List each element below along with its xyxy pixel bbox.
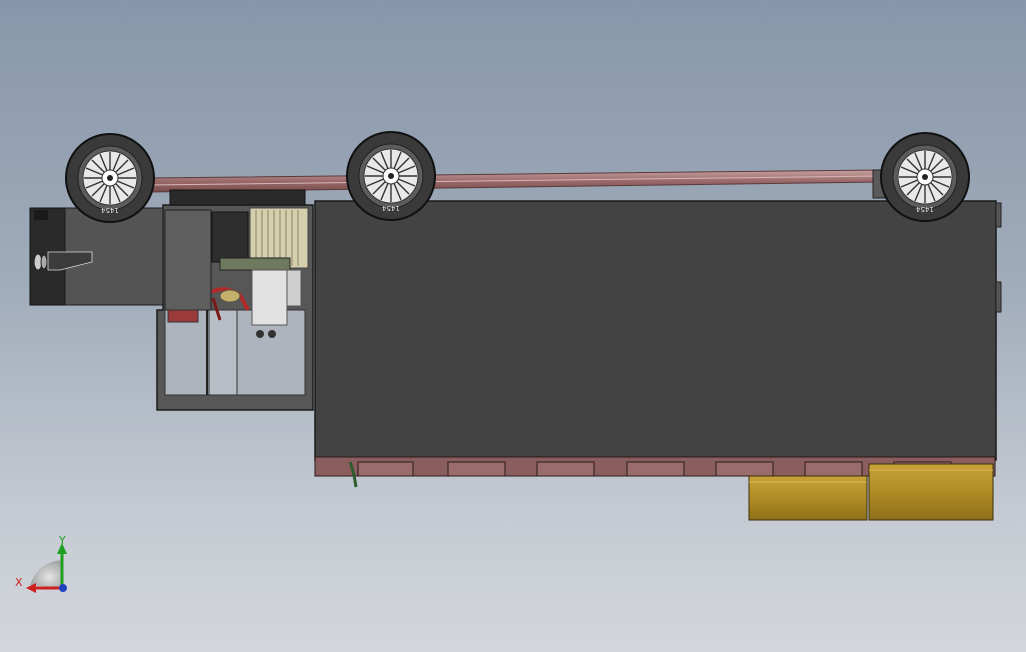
z-axis-icon	[59, 584, 67, 592]
wheel-middle[interactable]: 1454	[346, 131, 436, 221]
wheel-rear[interactable]: 1454	[880, 132, 970, 222]
x-axis-label: X	[15, 576, 23, 589]
tire-text: 1454	[916, 205, 934, 213]
tire-text: 1454	[101, 206, 119, 214]
headlight-icon	[33, 253, 48, 271]
axis-triad: Y X	[15, 534, 67, 593]
cad-viewport[interactable]: 1454 1454 1454 Y X	[0, 0, 1026, 652]
top-frame-rail[interactable]	[149, 169, 886, 206]
cargo-body[interactable]	[314, 200, 1002, 461]
front-bumper[interactable]	[29, 207, 164, 306]
tire-text: 1454	[382, 204, 400, 212]
wheel-front[interactable]: 1454	[65, 133, 155, 223]
y-axis-label: Y	[58, 534, 66, 547]
